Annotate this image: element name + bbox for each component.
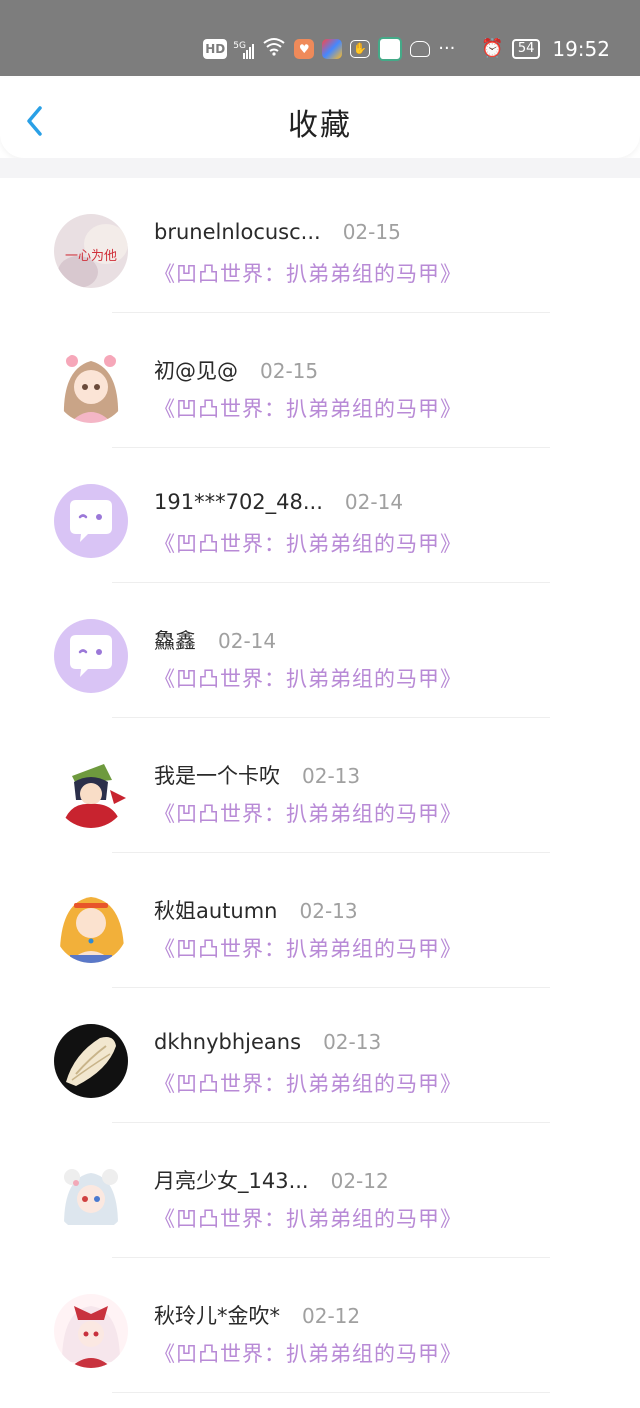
favorite-item[interactable]: 秋姐autumn 02-13 《凹凸世界：扒弟弟组的马甲》: [0, 853, 640, 988]
favorite-date: 02-14: [344, 490, 404, 514]
page-title: 收藏: [288, 108, 352, 143]
avatar[interactable]: [54, 1024, 128, 1098]
avatar[interactable]: [54, 349, 128, 423]
health-app-icon: ♥: [294, 39, 315, 59]
name-line: 191***702_48... 02-14: [154, 490, 403, 514]
avatar-photo-caption: 一心为他: [65, 249, 117, 264]
work-title-link[interactable]: 《凹凸世界：扒弟弟组的马甲》: [154, 663, 462, 693]
avatar[interactable]: [54, 1294, 128, 1368]
favorite-date: 02-13: [299, 899, 358, 923]
favorite-date: 02-12: [302, 1304, 361, 1328]
name-line: brunelnlocusc... 02-15: [154, 220, 401, 244]
favorite-date: 02-15: [260, 359, 319, 383]
username[interactable]: brunelnlocusc...: [154, 220, 321, 244]
more-dots-icon: ···: [438, 38, 456, 59]
work-title-link[interactable]: 《凹凸世界：扒弟弟组的马甲》: [154, 528, 462, 558]
username[interactable]: 月亮少女_143...: [154, 1165, 309, 1195]
favorite-date: 02-15: [342, 220, 401, 244]
work-title-link[interactable]: 《凹凸世界：扒弟弟组的马甲》: [154, 1338, 462, 1368]
favorite-item[interactable]: 秋玲儿*金吹* 02-12 《凹凸世界：扒弟弟组的马甲》: [0, 1258, 640, 1393]
username[interactable]: 秋玲儿*金吹*: [154, 1300, 280, 1330]
favorite-item[interactable]: 一心为他 brunelnlocusc... 02-15 《凹凸世界：扒弟弟组的马甲》: [0, 178, 640, 313]
username[interactable]: 我是一个卡吹: [154, 760, 280, 790]
favorite-item[interactable]: 我是一个卡吹 02-13 《凹凸世界：扒弟弟组的马甲》: [0, 718, 640, 853]
favorite-item[interactable]: 初@见@ 02-15 《凹凸世界：扒弟弟组的马甲》: [0, 313, 640, 448]
work-title-link[interactable]: 《凹凸世界：扒弟弟组的马甲》: [154, 1203, 462, 1233]
favorites-list: 一心为他 brunelnlocusc... 02-15 《凹凸世界：扒弟弟组的马甲》初…: [0, 178, 640, 1393]
username[interactable]: 初@见@: [154, 355, 238, 385]
favorite-item[interactable]: dkhnybhjeans 02-13 《凹凸世界：扒弟弟组的马甲》: [0, 988, 640, 1123]
username[interactable]: dkhnybhjeans: [154, 1030, 301, 1054]
header-divider: [0, 158, 640, 178]
network-type: 5G: [233, 41, 246, 51]
favorite-item[interactable]: 月亮少女_143... 02-12 《凹凸世界：扒弟弟组的马甲》: [0, 1123, 640, 1258]
work-title-link[interactable]: 《凹凸世界：扒弟弟组的马甲》: [154, 258, 462, 288]
app-icon: [322, 39, 343, 59]
favorite-item[interactable]: 191***702_48... 02-14 《凹凸世界：扒弟弟组的马甲》: [0, 448, 640, 583]
name-line: 秋姐autumn 02-13: [154, 895, 358, 925]
name-line: 鱻鑫 02-14: [154, 625, 276, 655]
name-line: 秋玲儿*金吹* 02-12: [154, 1300, 360, 1330]
clock: 19:52: [552, 37, 610, 61]
name-line: dkhnybhjeans 02-13: [154, 1030, 381, 1054]
name-line: 月亮少女_143... 02-12: [154, 1165, 389, 1195]
wifi-icon: [262, 36, 286, 62]
status-icons: HD 5G ♥ ✋ ··· ⏰ 54 19:52: [203, 36, 610, 62]
hd-icon: HD: [203, 39, 228, 59]
app-icon: [378, 37, 403, 61]
username[interactable]: 秋姐autumn: [154, 895, 278, 925]
avatar[interactable]: [54, 484, 128, 558]
header: 收藏: [0, 78, 640, 158]
robot-icon: [410, 41, 431, 57]
avatar[interactable]: 一心为他: [54, 214, 128, 288]
username[interactable]: 鱻鑫: [154, 625, 196, 655]
name-line: 初@见@ 02-15: [154, 355, 318, 385]
avatar[interactable]: [54, 1159, 128, 1233]
favorite-date: 02-14: [218, 629, 277, 653]
favorite-date: 02-12: [330, 1169, 389, 1193]
favorite-item[interactable]: 鱻鑫 02-14 《凹凸世界：扒弟弟组的马甲》: [0, 583, 640, 718]
avatar[interactable]: [54, 889, 128, 963]
avatar[interactable]: [54, 619, 128, 693]
favorite-date: 02-13: [323, 1030, 382, 1054]
hand-icon: ✋: [350, 40, 371, 58]
divider: [112, 1392, 550, 1393]
status-bar: HD 5G ♥ ✋ ··· ⏰ 54 19:52: [0, 0, 640, 76]
name-line: 我是一个卡吹 02-13: [154, 760, 360, 790]
alarm-icon: ⏰: [481, 38, 504, 59]
favorite-date: 02-13: [302, 764, 361, 788]
work-title-link[interactable]: 《凹凸世界：扒弟弟组的马甲》: [154, 393, 462, 423]
work-title-link[interactable]: 《凹凸世界：扒弟弟组的马甲》: [154, 933, 462, 963]
signal-icon: 5G: [233, 39, 255, 59]
battery-icon: 54: [511, 39, 541, 59]
username[interactable]: 191***702_48...: [154, 490, 323, 514]
avatar[interactable]: [54, 754, 128, 828]
work-title-link[interactable]: 《凹凸世界：扒弟弟组的马甲》: [154, 798, 462, 828]
work-title-link[interactable]: 《凹凸世界：扒弟弟组的马甲》: [154, 1068, 462, 1098]
